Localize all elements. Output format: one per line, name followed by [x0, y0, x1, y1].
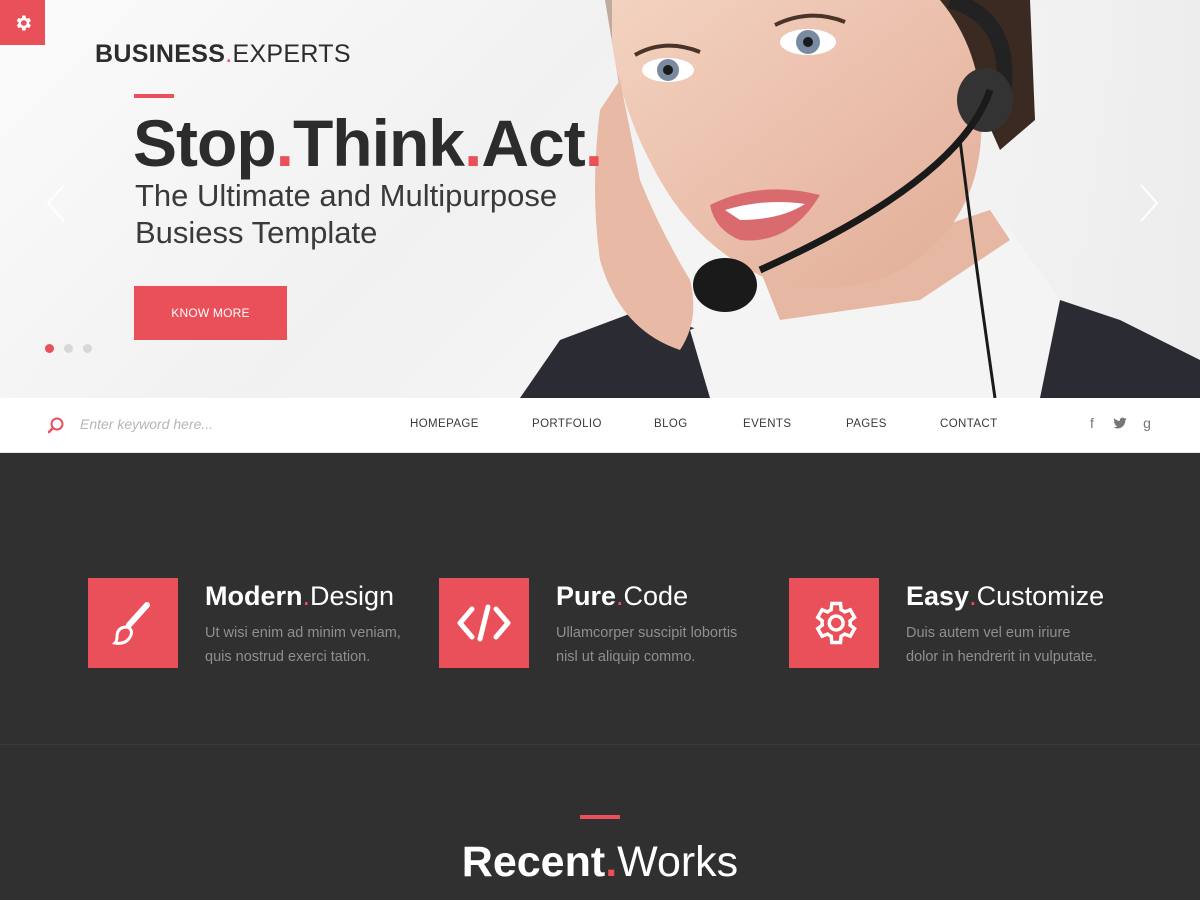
slider-dot-1[interactable] — [45, 344, 54, 353]
feature-title-light: Customize — [976, 581, 1105, 611]
twitter-icon[interactable] — [1112, 415, 1128, 431]
headline-word-1: Stop — [133, 106, 277, 180]
feature-title-dot: . — [969, 581, 977, 611]
feature-desc-line-1: Duis autem vel eum iriure — [906, 625, 1071, 641]
recent-title-light: Works — [617, 838, 739, 886]
slider-dot-3[interactable] — [83, 344, 92, 353]
feature-desc-line-1: Ullamcorper suscipit lobortis — [556, 625, 738, 641]
logo-bold: BUSINESS — [95, 40, 226, 68]
site-logo[interactable]: BUSINESS.EXPERTS — [95, 40, 351, 69]
logo-light: EXPERTS — [232, 40, 351, 68]
recent-works-title: Recent.Works — [0, 838, 1200, 887]
feature-title: Modern.Design — [205, 581, 394, 612]
slider-pagination — [45, 344, 92, 353]
nav-item-blog[interactable]: BLOG — [654, 418, 688, 430]
know-more-button[interactable]: KNOW MORE — [134, 286, 287, 340]
hero-headline: Stop.Think.Act. — [133, 105, 603, 181]
headline-dot: . — [275, 106, 294, 180]
nav-item-events[interactable]: EVENTS — [743, 418, 791, 430]
chevron-left-icon[interactable] — [44, 183, 68, 223]
nav-item-portfolio[interactable]: PORTFOLIO — [532, 418, 602, 430]
headline-dot: . — [584, 106, 603, 180]
recent-works-accent-line — [580, 815, 620, 819]
paintbrush-icon — [111, 602, 150, 645]
feature-title-light: Design — [310, 581, 395, 611]
feature-title-light: Code — [623, 581, 689, 611]
main-navbar: HOMEPAGE PORTFOLIO BLOG EVENTS PAGES CON… — [0, 398, 1200, 453]
features-section: Modern.Design Ut wisi enim ad minim veni… — [0, 453, 1200, 745]
code-icon — [457, 604, 511, 642]
recent-title-bold: Recent — [461, 838, 606, 886]
search-icon[interactable] — [47, 416, 65, 434]
headline-accent-line — [134, 94, 174, 98]
feature-title-bold: Modern — [205, 581, 303, 611]
feature-icon-box — [789, 578, 879, 668]
hero-subtitle-line-2: Busiess Template — [135, 215, 378, 250]
feature-desc-line-1: Ut wisi enim ad minim veniam, — [205, 625, 401, 641]
search-input[interactable] — [80, 412, 320, 436]
feature-desc-line-2: dolor in hendrerit in vulputate. — [906, 649, 1098, 665]
feature-desc-line-2: nisl ut aliquip commo. — [556, 649, 696, 665]
headline-dot: . — [463, 106, 482, 180]
settings-gear-button[interactable] — [0, 0, 45, 45]
nav-item-pages[interactable]: PAGES — [846, 418, 887, 430]
feature-icon-box — [88, 578, 178, 668]
feature-title-bold: Easy — [906, 581, 970, 611]
feature-title-dot: . — [616, 581, 624, 611]
feature-icon-box — [439, 578, 529, 668]
facebook-icon[interactable]: f — [1084, 415, 1100, 431]
nav-item-contact[interactable]: CONTACT — [940, 418, 998, 430]
slider-dot-2[interactable] — [64, 344, 73, 353]
hero-slider: BUSINESS.EXPERTS Stop.Think.Act. The Ult… — [0, 0, 1200, 398]
recent-title-dot: . — [605, 838, 618, 886]
gear-icon — [16, 15, 31, 30]
headline-word-2: Think — [292, 106, 465, 180]
headline-word-3: Act — [481, 106, 585, 180]
feature-title: Easy.Customize — [906, 581, 1104, 612]
feature-title-bold: Pure — [556, 581, 617, 611]
feature-title: Pure.Code — [556, 581, 688, 612]
google-plus-icon[interactable]: g — [1139, 415, 1155, 431]
nav-item-homepage[interactable]: HOMEPAGE — [410, 418, 479, 430]
feature-desc-line-2: quis nostrud exerci tation. — [205, 649, 371, 665]
hero-subtitle-line-1: The Ultimate and Multipurpose — [135, 178, 558, 213]
chevron-right-icon[interactable] — [1137, 183, 1161, 223]
feature-title-dot: . — [302, 581, 311, 611]
gear-icon — [815, 601, 857, 645]
